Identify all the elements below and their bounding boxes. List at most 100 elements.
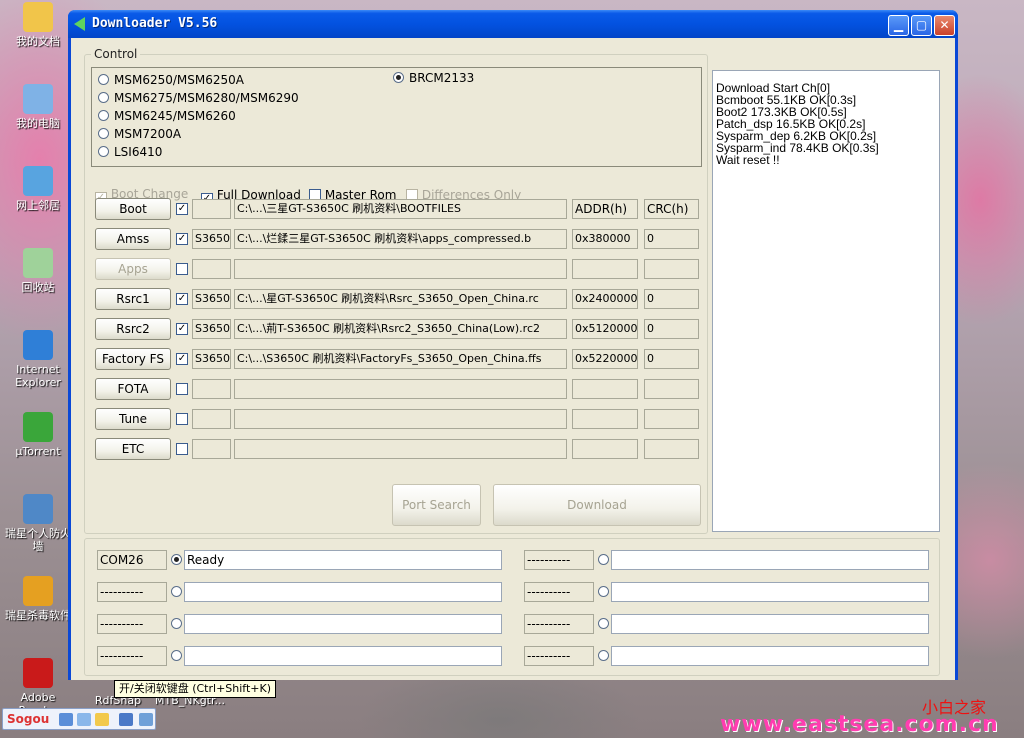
row-checkbox[interactable]: ✓ [176, 353, 188, 365]
port-search-button[interactable]: Port Search [392, 484, 481, 526]
chipset-label: MSM7200A [114, 127, 182, 141]
row-addr-field[interactable] [572, 409, 638, 429]
close-button[interactable]: ✕ [934, 15, 955, 36]
port-radio[interactable] [171, 586, 182, 597]
row-model-field[interactable] [192, 439, 231, 459]
row-path-field[interactable]: C:\...\星GT-S3650C 刷机资料\Rsrc_S3650_Open_C… [234, 289, 567, 309]
desktop-icon[interactable]: Internet Explorer [0, 330, 76, 389]
row-checkbox[interactable]: ✓ [176, 293, 188, 305]
row-addr-field[interactable]: 0x2400000 [572, 289, 638, 309]
desktop-icon[interactable]: 回收站 [0, 248, 76, 294]
chipset-radio[interactable] [393, 72, 404, 83]
row-model-field[interactable] [192, 409, 231, 429]
row-checkbox[interactable] [176, 263, 188, 275]
chipset-radio[interactable] [98, 128, 109, 139]
chipset-option[interactable]: LSI6410 [98, 145, 162, 161]
row-button-etc[interactable]: ETC [95, 438, 171, 460]
port-radio[interactable] [171, 554, 182, 565]
row-button-fota[interactable]: FOTA [95, 378, 171, 400]
row-model-field[interactable]: S3650 [192, 289, 231, 309]
chipset-option[interactable]: BRCM2133 [393, 71, 474, 87]
row-model-field[interactable] [192, 199, 231, 219]
row-path-field[interactable]: C:\...\三星GT-S3650C 刷机资料\BOOTFILES [234, 199, 567, 219]
desktop-icon[interactable]: 瑞星杀毒软件 [0, 576, 76, 622]
window-title: Downloader V5.56 [92, 16, 218, 31]
desktop-icon-label: Internet Explorer [15, 363, 61, 389]
row-addr-field[interactable] [572, 439, 638, 459]
desktop-icon[interactable]: 瑞星个人防火墙 [0, 494, 76, 553]
desktop-icon[interactable]: 我的电脑 [0, 84, 76, 130]
desktop-icon[interactable]: µTorrent [0, 412, 76, 458]
chipset-radio[interactable] [98, 110, 109, 121]
chipset-option[interactable]: MSM6275/MSM6280/MSM6290 [98, 91, 299, 107]
row-model-field[interactable]: S3650 [192, 229, 231, 249]
row-crc-field[interactable]: 0 [644, 349, 699, 369]
row-checkbox[interactable]: ✓ [176, 203, 188, 215]
row-path-field[interactable] [234, 259, 567, 279]
row-button-factory-fs[interactable]: Factory FS [95, 348, 171, 370]
row-checkbox[interactable] [176, 383, 188, 395]
chipset-option[interactable]: MSM7200A [98, 127, 181, 143]
row-path-field[interactable] [234, 409, 567, 429]
chipset-radio[interactable] [98, 146, 109, 157]
row-addr-field[interactable]: 0x5120000 [572, 319, 638, 339]
row-checkbox[interactable] [176, 413, 188, 425]
row-model-field[interactable] [192, 379, 231, 399]
download-button[interactable]: Download [493, 484, 701, 526]
maximize-button[interactable]: ▢ [911, 15, 932, 36]
row-crc-field[interactable] [644, 379, 699, 399]
port-radio[interactable] [598, 618, 609, 629]
row-model-field[interactable]: S3650 [192, 319, 231, 339]
row-path-field[interactable]: C:\...\荊T-S3650C 刷机资料\Rsrc2_S3650_China(… [234, 319, 567, 339]
row-button-tune[interactable]: Tune [95, 408, 171, 430]
row-button-apps[interactable]: Apps [95, 258, 171, 280]
minimize-button[interactable]: ▁ [888, 15, 909, 36]
row-addr-field[interactable]: 0x5220000 [572, 349, 638, 369]
row-checkbox[interactable]: ✓ [176, 233, 188, 245]
row-addr-field[interactable]: 0x380000 [572, 229, 638, 249]
keyboard-icon[interactable] [119, 713, 133, 726]
row-checkbox[interactable]: ✓ [176, 323, 188, 335]
ime-toolbar[interactable]: Sogou [2, 708, 156, 730]
port-name-field: ---------- [97, 614, 167, 634]
row-model-field[interactable] [192, 259, 231, 279]
chipset-option[interactable]: MSM6250/MSM6250A [98, 73, 244, 89]
row-addr-field[interactable] [572, 379, 638, 399]
ime-punct-icon[interactable] [95, 713, 109, 726]
row-path-field[interactable] [234, 439, 567, 459]
row-model-field[interactable]: S3650 [192, 349, 231, 369]
port-radio[interactable] [171, 650, 182, 661]
ime-mode-icon[interactable] [59, 713, 73, 726]
row-button-rsrc2[interactable]: Rsrc2 [95, 318, 171, 340]
wrench-icon[interactable] [139, 713, 153, 726]
port-radio[interactable] [598, 586, 609, 597]
chipset-radio[interactable] [98, 92, 109, 103]
row-button-amss[interactable]: Amss [95, 228, 171, 250]
desktop-icon[interactable]: 网上邻居 [0, 166, 76, 212]
row-crc-field[interactable] [644, 439, 699, 459]
window-content: Control MSM6250/MSM6250A MSM6275/MSM6280/… [71, 38, 955, 680]
port-status-field: Ready [184, 550, 502, 570]
port-radio[interactable] [598, 650, 609, 661]
chipset-option[interactable]: MSM6245/MSM6260 [98, 109, 236, 125]
ime-moon-icon[interactable] [77, 713, 91, 726]
row-crc-field[interactable] [644, 259, 699, 279]
row-crc-field[interactable]: 0 [644, 319, 699, 339]
row-checkbox[interactable] [176, 443, 188, 455]
port-radio[interactable] [171, 618, 182, 629]
port-radio[interactable] [598, 554, 609, 565]
row-crc-field[interactable]: 0 [644, 289, 699, 309]
row-path-field[interactable] [234, 379, 567, 399]
row-crc-field[interactable]: 0 [644, 229, 699, 249]
row-button-boot[interactable]: Boot [95, 198, 171, 220]
row-button-rsrc1[interactable]: Rsrc1 [95, 288, 171, 310]
sogou-logo: Sogou [7, 712, 50, 726]
download-log[interactable]: Download Start Ch[0] Bcmboot 55.1KB OK[0.… [712, 70, 940, 532]
desktop-icon[interactable]: 我的文档 [0, 2, 76, 48]
row-crc-field[interactable] [644, 409, 699, 429]
chipset-radio[interactable] [98, 74, 109, 85]
row-path-field[interactable]: C:\...\S3650C 刷机资料\FactoryFs_S3650_Open_… [234, 349, 567, 369]
row-path-field[interactable]: C:\...\烂鍒三星GT-S3650C 刷机资料\apps_compresse… [234, 229, 567, 249]
row-addr-field[interactable] [572, 259, 638, 279]
title-bar[interactable]: Downloader V5.56 ▁ ▢ ✕ [68, 10, 958, 38]
